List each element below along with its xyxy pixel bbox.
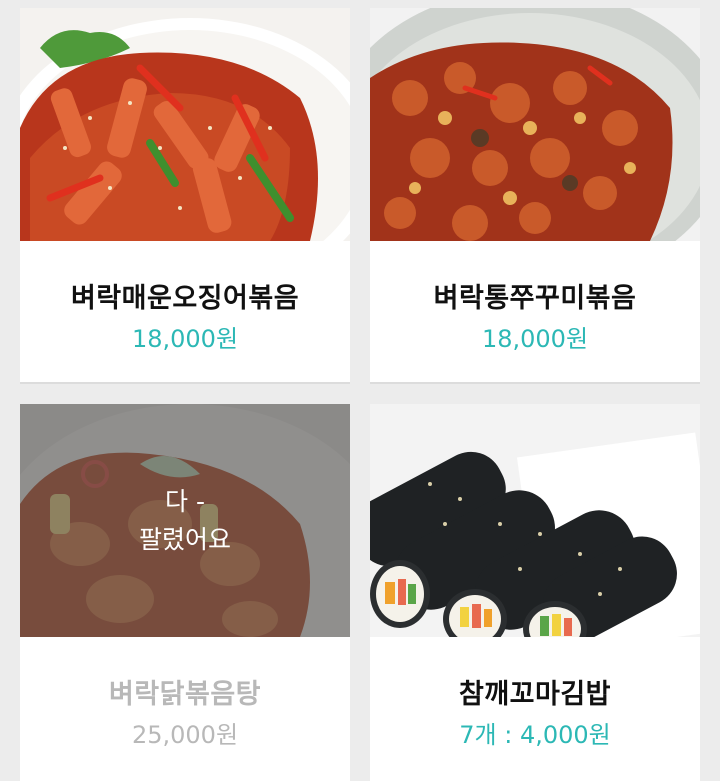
menu-item-name: 벼락매운오징어볶음 bbox=[70, 283, 300, 314]
menu-card-spicy-squid[interactable]: 벼락매운오징어볶음 18,000원 bbox=[20, 8, 350, 384]
menu-item-price: 7개 : 4,000원 bbox=[459, 721, 611, 749]
menu-item-price: 25,000원 bbox=[131, 721, 239, 749]
stir-fried-baby-octopus-photo bbox=[370, 8, 700, 241]
menu-item-price: 18,000원 bbox=[481, 325, 589, 353]
menu-card-baby-octopus[interactable]: 벼락통쭈꾸미볶음 18,000원 bbox=[370, 8, 700, 384]
menu-item-price: 18,000원 bbox=[131, 325, 239, 353]
menu-item-name: 참깨꼬마김밥 bbox=[458, 679, 612, 710]
sold-out-text-line1: 다 - bbox=[165, 486, 205, 516]
menu-card-braised-chicken[interactable]: 다 - 팔렸어요 벼락닭볶음탕 25,000원 bbox=[20, 404, 350, 781]
spicy-stir-fried-squid-photo bbox=[20, 8, 350, 241]
menu-item-name: 벼락통쭈꾸미볶음 bbox=[433, 283, 637, 314]
sold-out-overlay: 다 - 팔렸어요 bbox=[20, 404, 350, 637]
braised-spicy-chicken-photo: 다 - 팔렸어요 bbox=[20, 404, 350, 637]
menu-card-mini-gimbap[interactable]: 참깨꼬마김밥 7개 : 4,000원 bbox=[370, 404, 700, 781]
menu-item-name: 벼락닭볶음탕 bbox=[108, 679, 262, 710]
menu-grid: 벼락매운오징어볶음 18,000원 벼락통쭈꾸미볶음 18,000원 다 - 팔… bbox=[0, 0, 720, 781]
sesame-mini-gimbap-photo bbox=[370, 404, 700, 637]
sold-out-text-line2: 팔렸어요 bbox=[138, 524, 231, 554]
